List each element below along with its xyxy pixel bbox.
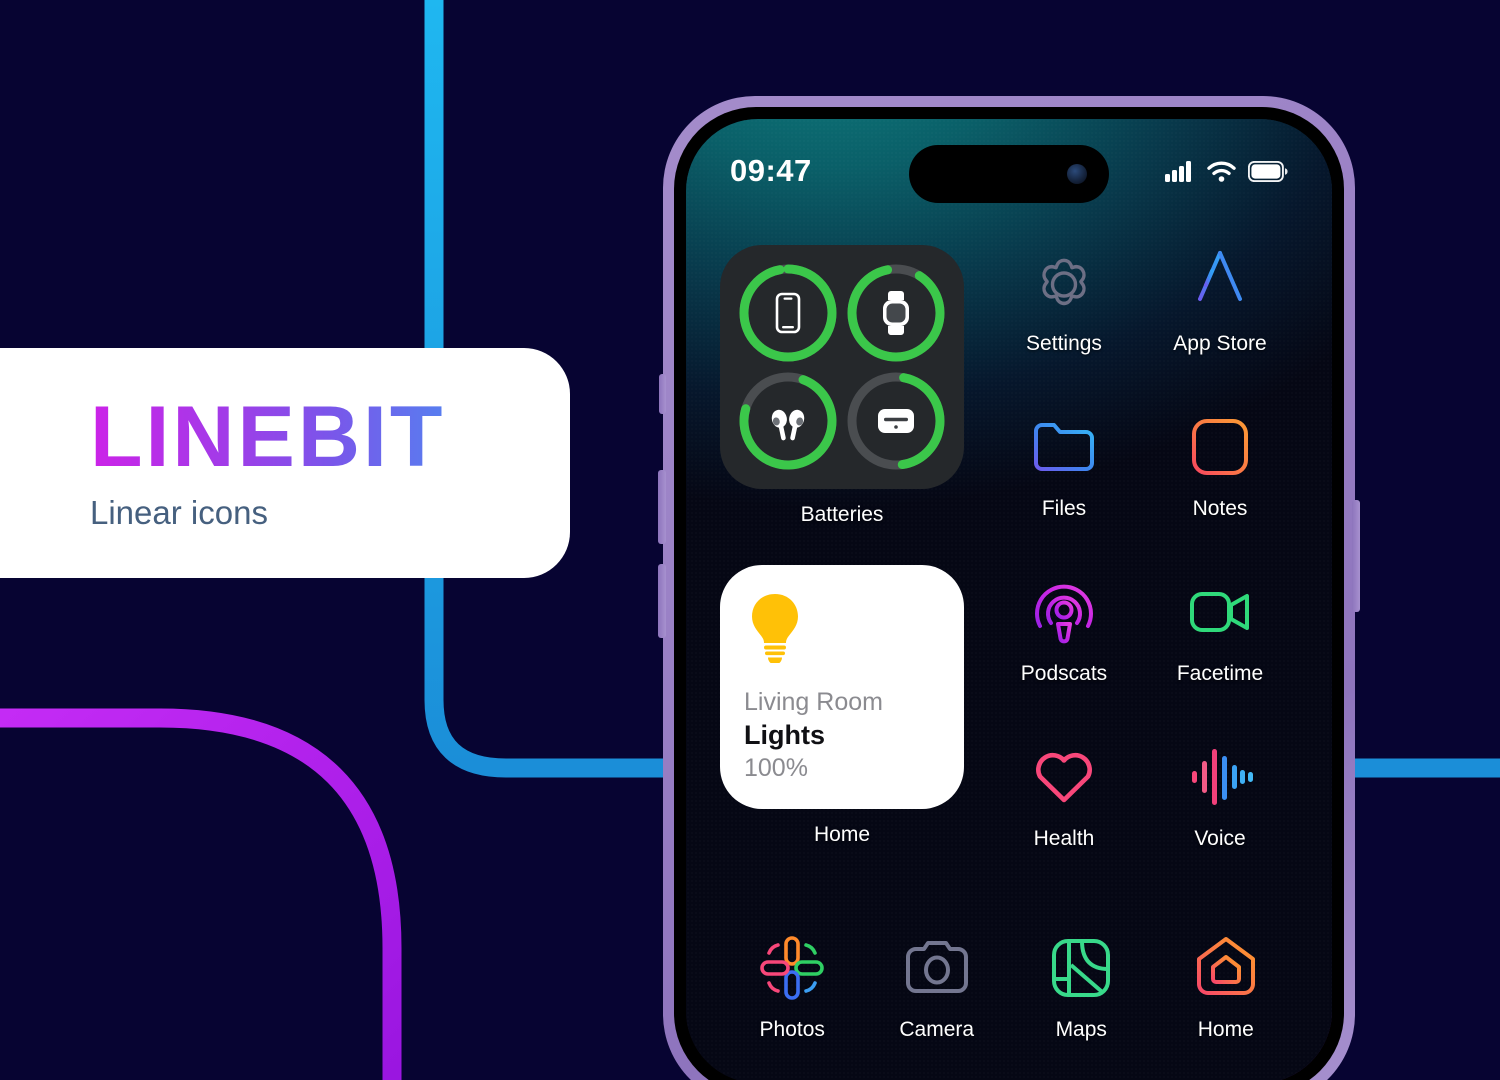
notes-icon [1192,419,1248,475]
app-facetime[interactable]: Facetime [1142,575,1298,740]
home-widget-room: Living Room [744,688,883,716]
dynamic-island [909,145,1109,203]
batteries-widget-card [720,245,964,489]
app-photos[interactable]: Photos [720,931,865,1080]
phone-screen: 09:47 Batteries Living Room Lights 100% … [686,119,1332,1080]
app-settings[interactable]: Settings [986,245,1142,410]
maps-icon [1052,939,1111,997]
home-widget-card: Living Room Lights 100% [720,565,964,809]
phone-bezel: 09:47 Batteries Living Room Lights 100% … [674,107,1344,1080]
status-clock: 09:47 [730,153,812,188]
phone-mockup: 09:47 Batteries Living Room Lights 100% … [658,96,1360,1080]
widget-batteries-label: Batteries [800,503,884,526]
app-label: Camera [899,1018,975,1041]
app-podscats[interactable]: Podscats [986,575,1142,740]
brand-subtitle: Linear icons [90,494,268,531]
app-label: Files [1041,497,1087,520]
home-screen-grid: Batteries Living Room Lights 100% Home S… [686,215,1332,1080]
video-camera-icon [1190,592,1249,632]
power-button[interactable] [1352,500,1360,612]
mute-switch-button[interactable] [659,374,666,414]
app-home[interactable]: Home [1154,931,1299,1080]
widget-home[interactable]: Living Room Lights 100% Home [720,565,964,847]
poster-canvas: LINEBIT Linear icons 09:47 Batteries Liv… [0,0,1500,1080]
volume-up-button[interactable] [658,470,666,544]
home-widget-percent: 100% [744,754,808,782]
app-app-store[interactable]: App Store [1142,245,1298,410]
app-label: Facetime [1176,662,1264,685]
phone-frame: 09:47 Batteries Living Room Lights 100% … [663,96,1355,1080]
app-label: Maps [1055,1018,1107,1041]
cellular-signal-icon [1165,160,1191,182]
phone-icon [775,292,801,334]
battery-ring-airpods-case [847,372,945,470]
app-label: Notes [1192,497,1248,520]
app-health[interactable]: Health [986,740,1142,905]
house-icon [1196,937,1255,995]
camera-icon [905,941,968,993]
brand-card: LINEBIT Linear icons [0,348,570,578]
app-store-icon [1196,251,1244,301]
app-maps[interactable]: Maps [1009,931,1154,1080]
app-label: Voice [1194,827,1246,850]
app-files[interactable]: Files [986,410,1142,575]
front-camera-icon [1067,164,1087,184]
podcast-icon [1035,584,1093,644]
home-widget-device: Lights [744,720,825,750]
purple-decorative-line [0,708,402,1080]
app-camera[interactable]: Camera [865,931,1010,1080]
airpods-case-icon [878,409,914,433]
battery-ring-airpods [739,372,837,470]
app-label: App Store [1173,332,1267,355]
folder-icon [1034,423,1094,471]
waveform-icon [1192,749,1253,805]
airpods-icon [771,409,805,441]
app-label: Settings [1026,332,1102,355]
heart-icon [1036,752,1092,803]
app-label: Home [1197,1018,1254,1041]
battery-icon [1248,160,1288,182]
battery-ring-watch [847,264,945,362]
lightbulb-icon [752,594,798,663]
app-label: Photos [759,1018,825,1041]
gear-icon [1042,258,1086,306]
brand-title: LINEBIT [90,394,570,480]
wifi-icon [1207,160,1236,182]
app-notes[interactable]: Notes [1142,410,1298,575]
app-label: Podscats [1020,662,1108,685]
battery-ring-iphone [739,264,837,362]
app-label: Health [1033,827,1095,850]
widget-batteries[interactable]: Batteries [720,245,964,527]
watch-icon [883,291,909,335]
volume-down-button[interactable] [658,564,666,638]
app-voice[interactable]: Voice [1142,740,1298,905]
widget-home-label: Home [813,823,871,846]
photos-flower-icon [760,936,825,1000]
